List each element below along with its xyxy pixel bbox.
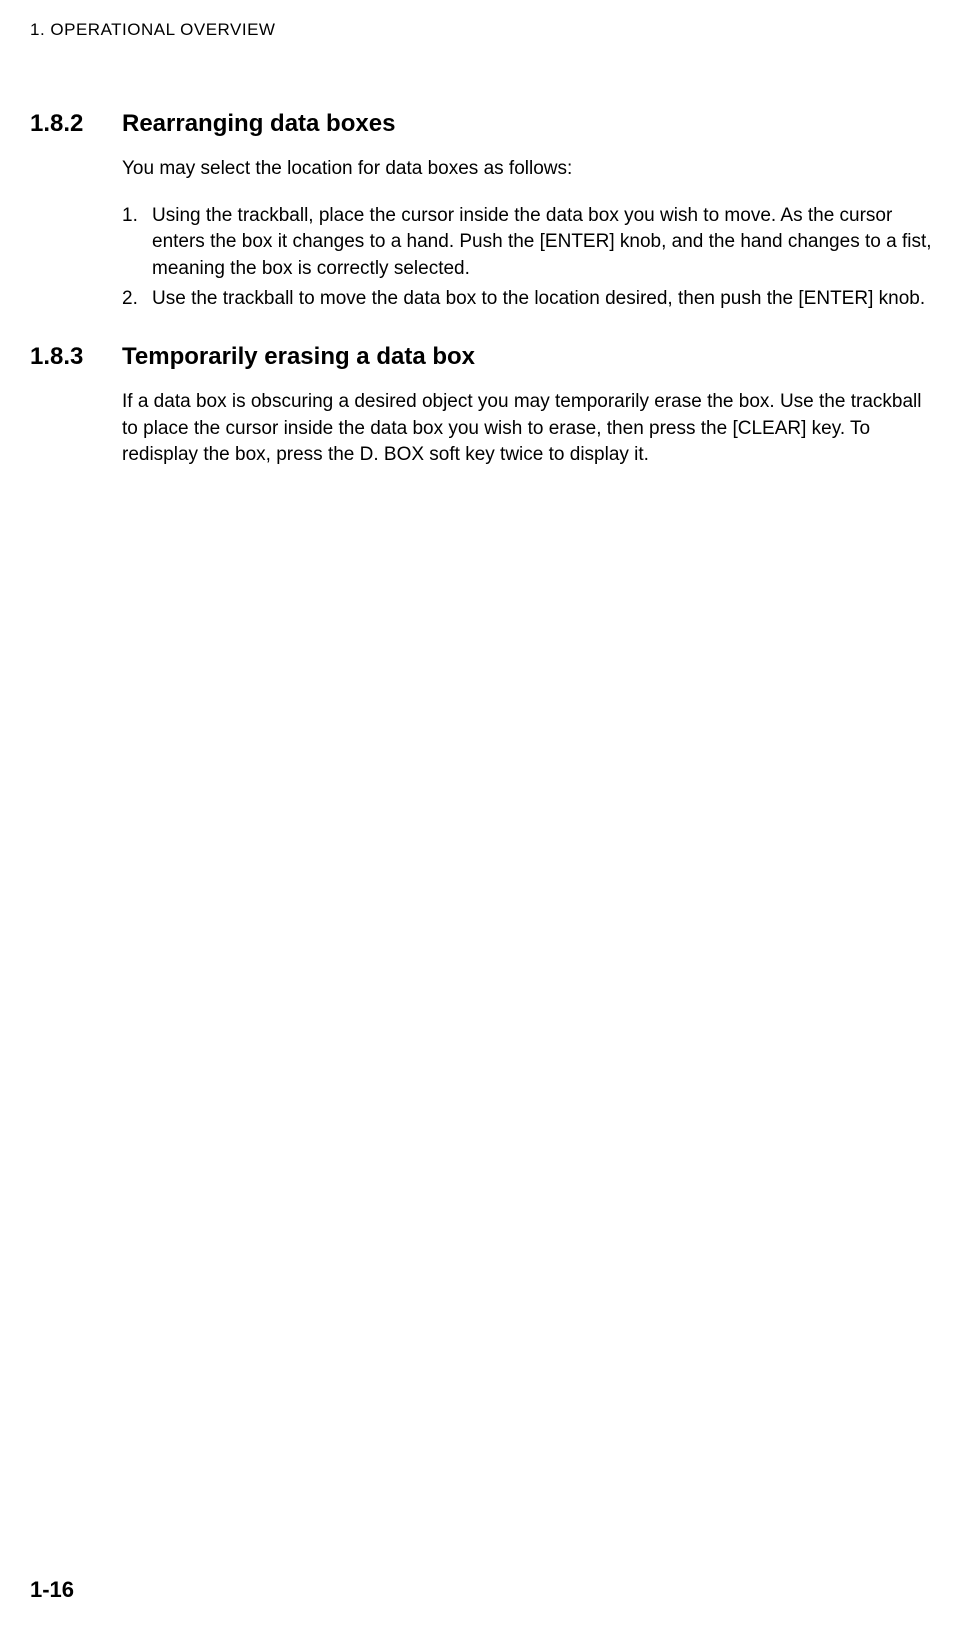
section-1-8-2: 1.8.2 Rearranging data boxes You may sel… (30, 110, 939, 313)
section-title: Rearranging data boxes (122, 110, 395, 138)
section-body: If a data box is obscuring a desired obj… (122, 389, 939, 469)
list-text: Use the trackball to move the data box t… (152, 286, 939, 313)
section-number: 1.8.3 (30, 343, 122, 371)
section-body: You may select the location for data box… (122, 156, 939, 313)
ordered-list: Using the trackball, place the cursor in… (122, 203, 939, 313)
list-text: Using the trackball, place the cursor in… (152, 203, 939, 283)
page-number: 1-16 (30, 1577, 74, 1603)
intro-text: You may select the location for data box… (122, 156, 939, 183)
section-number: 1.8.2 (30, 110, 122, 138)
section-title: Temporarily erasing a data box (122, 343, 475, 371)
section-heading: 1.8.2 Rearranging data boxes (30, 110, 939, 138)
section-heading: 1.8.3 Temporarily erasing a data box (30, 343, 939, 371)
list-item: Using the trackball, place the cursor in… (122, 203, 939, 283)
body-text: If a data box is obscuring a desired obj… (122, 389, 939, 469)
list-item: Use the trackball to move the data box t… (122, 286, 939, 313)
section-1-8-3: 1.8.3 Temporarily erasing a data box If … (30, 343, 939, 469)
page-header: 1. OPERATIONAL OVERVIEW (30, 20, 939, 40)
